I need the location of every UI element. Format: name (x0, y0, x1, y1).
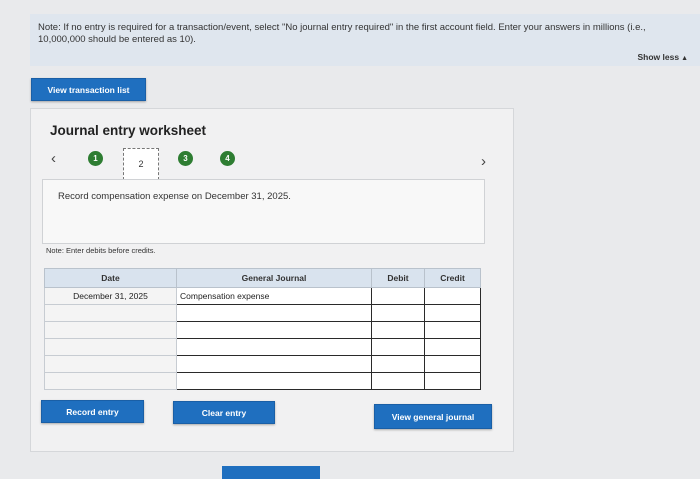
debit-credit-note: Note: Enter debits before credits. (46, 246, 156, 255)
table-row (44, 355, 481, 373)
transaction-description: Record compensation expense on December … (58, 191, 291, 202)
table-row (44, 304, 481, 322)
clear-entry-button[interactable]: Clear entry (173, 401, 275, 424)
table-row (44, 338, 481, 356)
chevron-left-icon[interactable]: ‹ (51, 150, 56, 167)
debit-cell[interactable] (371, 321, 425, 339)
credit-cell[interactable] (424, 287, 481, 305)
account-cell[interactable] (176, 321, 372, 339)
credit-cell[interactable] (424, 372, 481, 390)
worksheet-title: Journal entry worksheet (50, 123, 207, 138)
transaction-description-box (42, 179, 485, 244)
step-4[interactable]: 4 (220, 151, 235, 166)
debit-cell[interactable] (371, 355, 425, 373)
date-header: Date (44, 268, 177, 288)
debit-cell[interactable] (371, 287, 425, 305)
view-general-journal-button[interactable]: View general journal (374, 404, 492, 429)
triangle-up-icon: ▲ (681, 55, 688, 62)
account-cell[interactable] (176, 372, 372, 390)
step-2-current[interactable]: 2 (123, 148, 159, 180)
date-cell[interactable] (44, 304, 177, 322)
credit-cell[interactable] (424, 304, 481, 322)
account-cell[interactable] (176, 304, 372, 322)
account-cell[interactable] (176, 338, 372, 356)
table-row (44, 372, 481, 390)
date-cell[interactable] (44, 338, 177, 356)
table-header-row: Date General Journal Debit Credit (44, 268, 481, 288)
date-cell[interactable] (44, 321, 177, 339)
credit-cell[interactable] (424, 355, 481, 373)
journal-table: Date General Journal Debit Credit Decemb… (44, 268, 481, 390)
table-row (44, 321, 481, 339)
table-row: December 31, 2025 Compensation expense (44, 287, 481, 305)
general-journal-header: General Journal (176, 268, 372, 288)
credit-cell[interactable] (424, 338, 481, 356)
date-cell[interactable] (44, 355, 177, 373)
debit-cell[interactable] (371, 304, 425, 322)
account-cell[interactable]: Compensation expense (176, 287, 372, 305)
debit-cell[interactable] (371, 372, 425, 390)
chevron-right-icon[interactable]: › (481, 153, 486, 170)
show-less-toggle[interactable]: Show less ▲ (637, 52, 688, 62)
date-cell[interactable] (44, 372, 177, 390)
date-cell[interactable]: December 31, 2025 (44, 287, 177, 305)
debit-header: Debit (371, 268, 425, 288)
step-3[interactable]: 3 (178, 151, 193, 166)
show-less-label[interactable]: Show less (637, 52, 679, 62)
view-transaction-list-button[interactable]: View transaction list (31, 78, 146, 101)
instruction-note: Note: If no entry is required for a tran… (38, 22, 646, 45)
account-cell[interactable] (176, 355, 372, 373)
partially-visible-button[interactable] (222, 466, 320, 479)
credit-cell[interactable] (424, 321, 481, 339)
step-1[interactable]: 1 (88, 151, 103, 166)
credit-header: Credit (424, 268, 481, 288)
debit-cell[interactable] (371, 338, 425, 356)
record-entry-button[interactable]: Record entry (41, 400, 144, 423)
